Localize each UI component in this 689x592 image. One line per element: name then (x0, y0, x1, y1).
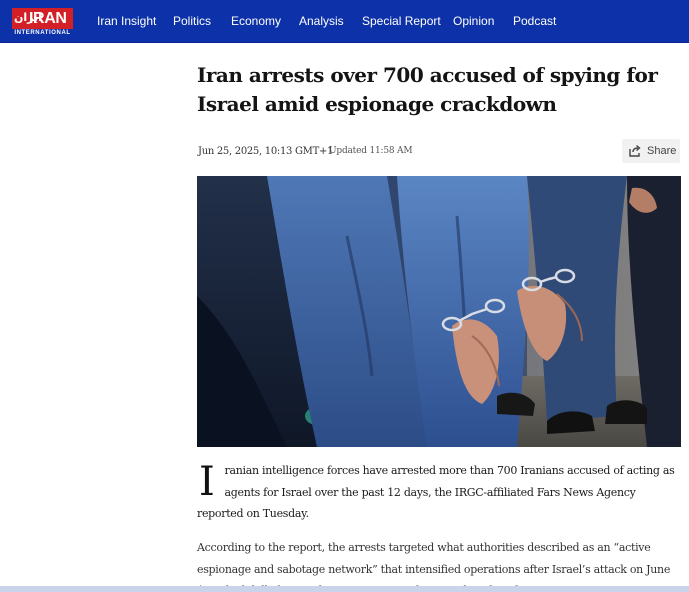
handcuffed-detainees-photo (197, 176, 681, 447)
share-icon (629, 144, 641, 157)
dropcap: I (199, 459, 215, 505)
article-paragraph-1: Iranian intelligence forces have arreste… (197, 460, 681, 525)
top-navbar: ایران IRAN INTERNATIONAL Iran Insight Po… (0, 0, 689, 43)
nav-iran-insight[interactable]: Iran Insight (97, 14, 156, 29)
hero-image (197, 176, 681, 447)
nav-special-report[interactable]: Special Report (362, 14, 441, 29)
paragraph-1-text: ranian intelligence forces have arrested… (197, 464, 675, 520)
nav-analysis[interactable]: Analysis (299, 14, 344, 29)
logo-subtitle: INTERNATIONAL (12, 29, 73, 37)
nav-opinion[interactable]: Opinion (453, 14, 494, 29)
iran-international-logo[interactable]: ایران IRAN INTERNATIONAL (12, 8, 73, 37)
logo-word: IRAN (29, 10, 67, 27)
nav-podcast[interactable]: Podcast (513, 14, 556, 29)
share-label: Share (647, 145, 677, 157)
article-paragraph-2: According to the report, the arrests tar… (197, 541, 671, 592)
nav-economy[interactable]: Economy (231, 14, 281, 29)
bottom-sticky-bar (0, 586, 689, 592)
publish-date: Jun 25, 2025, 10:13 GMT+1 (198, 146, 334, 157)
logo-red-band: ایران IRAN (12, 8, 73, 29)
article-title: Iran arrests over 700 accused of spying … (197, 63, 658, 116)
nav-politics[interactable]: Politics (173, 14, 211, 29)
updated-time: Updated 11:58 AM (329, 146, 413, 156)
share-button[interactable]: Share (622, 139, 680, 163)
